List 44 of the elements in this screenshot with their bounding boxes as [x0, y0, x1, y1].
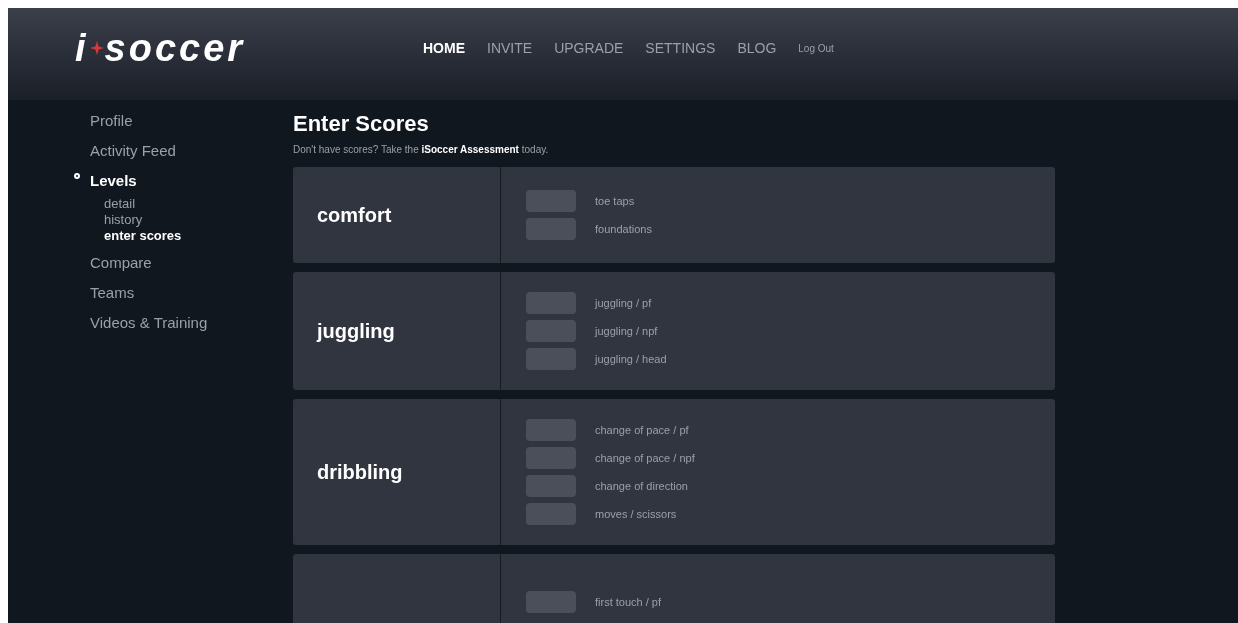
score-input[interactable] — [526, 292, 576, 314]
skill-label: foundations — [595, 221, 652, 237]
sidebar-subitem[interactable]: detail — [104, 196, 293, 212]
nav-link[interactable]: INVITE — [487, 37, 533, 59]
assessment-link[interactable]: iSoccer Assessment — [421, 144, 519, 155]
sidebar-item[interactable]: Activity Feed — [90, 136, 176, 166]
category-title: dribbling — [317, 460, 403, 485]
skill-label: juggling / npf — [595, 323, 658, 339]
category-title: juggling — [317, 319, 395, 344]
score-input[interactable] — [526, 419, 576, 441]
score-input[interactable] — [526, 503, 576, 525]
category-title: comfort — [317, 203, 392, 228]
sidebar-subitem[interactable]: enter scores — [104, 228, 293, 244]
sidebar-item[interactable]: Levels — [90, 166, 137, 196]
score-input[interactable] — [526, 447, 576, 469]
skill-label: toe taps — [595, 193, 635, 209]
skill-label: moves / scissors — [595, 506, 677, 522]
nav-link[interactable]: HOME — [423, 37, 465, 59]
skill-label: juggling / head — [595, 351, 667, 367]
sidebar-subitem[interactable]: history — [104, 212, 293, 228]
score-input[interactable] — [526, 218, 576, 240]
sidebar-item[interactable]: Profile — [90, 106, 133, 136]
skill-label: first touch / pf — [595, 594, 662, 610]
nav-link[interactable]: BLOG — [737, 37, 777, 59]
score-input[interactable] — [526, 190, 576, 212]
score-input[interactable] — [526, 475, 576, 497]
skill-label: change of direction — [595, 478, 688, 494]
score-input[interactable] — [526, 348, 576, 370]
nav-link[interactable]: Log Out — [798, 40, 834, 56]
sidebar-item[interactable]: Compare — [90, 248, 152, 278]
skill-label: change of pace / npf — [595, 450, 695, 466]
sidebar-item[interactable]: Videos & Training — [90, 308, 208, 338]
page-title: Enter Scores — [293, 110, 430, 138]
star-icon — [89, 41, 104, 55]
sidebar-item[interactable]: Teams — [90, 278, 135, 308]
logo[interactable]: i soccer — [75, 28, 345, 68]
skill-label: change of pace / pf — [595, 422, 689, 438]
intro-text: Don't have scores? Take the iSoccer Assessment today. — [293, 143, 550, 157]
nav-link[interactable]: UPGRADE — [554, 37, 624, 59]
skill-label: juggling / pf — [595, 295, 652, 311]
score-input[interactable] — [526, 591, 576, 613]
score-input[interactable] — [526, 320, 576, 342]
nav-link[interactable]: SETTINGS — [645, 37, 716, 59]
bullet-icon — [74, 173, 80, 179]
